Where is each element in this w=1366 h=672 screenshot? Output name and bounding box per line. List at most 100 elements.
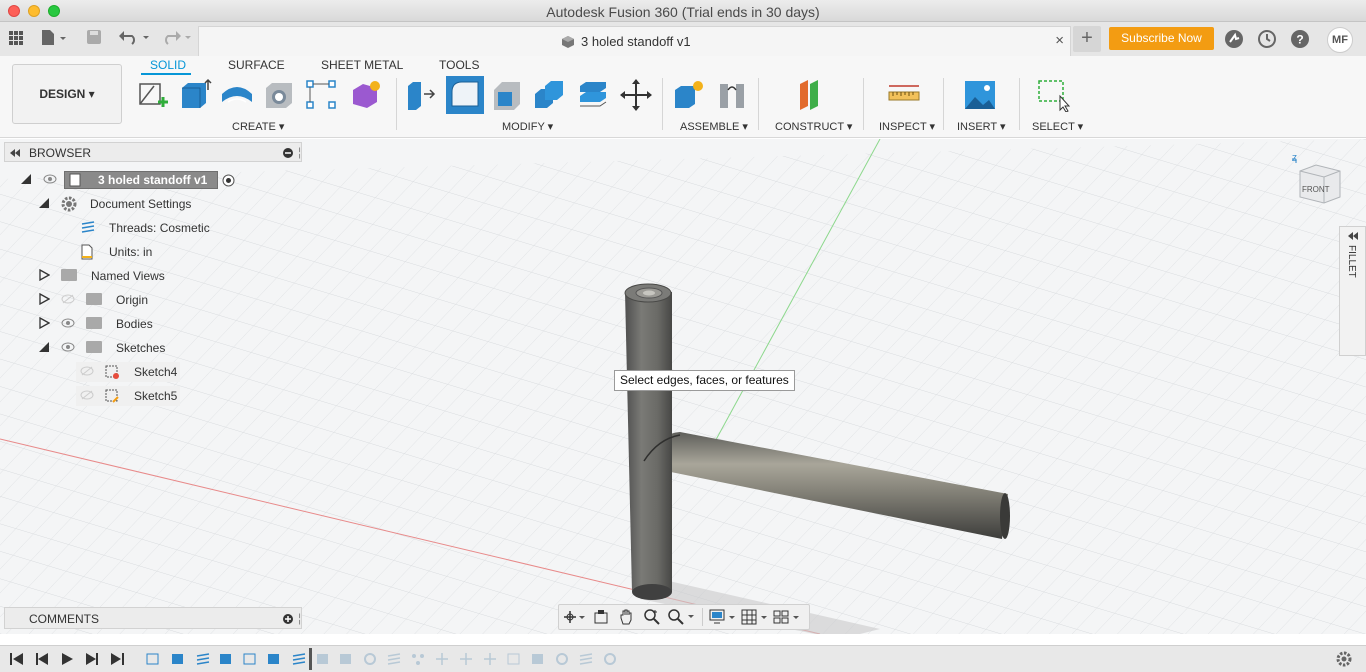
expand-triangle-icon[interactable]: [38, 293, 50, 305]
document-tab[interactable]: 3 holed standoff v1 ×: [198, 26, 1071, 56]
move-copy-icon[interactable]: [619, 78, 653, 112]
timeline-sketch-icon[interactable]: [242, 652, 258, 666]
construct-group-label[interactable]: CONSTRUCT ▾: [775, 120, 852, 133]
timeline-settings-gear-icon[interactable]: [1336, 651, 1352, 667]
undo-icon[interactable]: [118, 29, 152, 45]
modify-group-label[interactable]: MODIFY ▾: [502, 120, 553, 133]
fillet-panel-tab[interactable]: FILLET: [1339, 226, 1366, 356]
timeline-marker[interactable]: [309, 648, 312, 670]
redo-icon[interactable]: [160, 29, 194, 45]
insert-image-icon[interactable]: [963, 78, 997, 112]
timeline-thread-icon[interactable]: [291, 652, 307, 666]
visibility-eye-icon[interactable]: [43, 174, 57, 184]
tab-surface[interactable]: SURFACE: [228, 58, 285, 72]
measure-icon[interactable]: [887, 78, 921, 112]
shell-icon[interactable]: [533, 78, 567, 112]
tree-item-document-settings[interactable]: Document Settings: [0, 193, 300, 215]
add-comment-icon[interactable]: [282, 613, 294, 625]
browser-resize-handle[interactable]: ¦: [298, 145, 301, 159]
timeline-pattern-icon[interactable]: [410, 652, 426, 666]
display-settings-icon[interactable]: [709, 609, 737, 625]
expand-panel-icon[interactable]: [1347, 231, 1359, 241]
tree-item-root[interactable]: 3 holed standoff v1: [0, 169, 300, 191]
timeline-thread-icon[interactable]: [195, 652, 211, 666]
visibility-eye-icon[interactable]: [61, 342, 75, 352]
timeline-last-icon[interactable]: [109, 652, 125, 666]
tab-tools[interactable]: TOOLS: [439, 58, 479, 72]
tree-item-sketch5[interactable]: Sketch5: [0, 385, 300, 407]
timeline-extrude-icon[interactable]: [530, 652, 546, 666]
timeline-first-icon[interactable]: [9, 652, 25, 666]
timeline-thread-icon[interactable]: [386, 652, 402, 666]
user-avatar[interactable]: MF: [1327, 27, 1353, 53]
timeline-extrude-icon[interactable]: [315, 652, 331, 666]
offset-plane-icon[interactable]: [796, 78, 830, 112]
tab-solid[interactable]: SOLID: [150, 58, 186, 72]
timeline-play-icon[interactable]: [59, 652, 75, 666]
workspace-switcher-button[interactable]: DESIGN ▾: [12, 64, 122, 124]
window-select-icon[interactable]: [1036, 78, 1070, 112]
timeline-move-icon[interactable]: [458, 652, 474, 666]
timeline-hole-icon[interactable]: [554, 652, 570, 666]
hidden-eye-icon[interactable]: [61, 294, 75, 304]
tree-item-threads[interactable]: Threads: Cosmetic: [0, 217, 300, 239]
tree-item-named-views[interactable]: Named Views: [0, 265, 300, 287]
hole-icon[interactable]: [263, 78, 297, 112]
tree-item-bodies[interactable]: Bodies: [0, 313, 300, 335]
expand-triangle-icon[interactable]: [38, 317, 50, 329]
create-form-icon[interactable]: [349, 78, 383, 112]
timeline-sketch-icon[interactable]: [506, 652, 522, 666]
extrude-icon[interactable]: [178, 78, 212, 112]
timeline-extrude-icon[interactable]: [338, 652, 354, 666]
inspect-group-label[interactable]: INSPECT ▾: [879, 120, 935, 133]
timeline-extrude-icon[interactable]: [266, 652, 282, 666]
collapse-browser-icon[interactable]: [9, 148, 21, 158]
tree-item-sketch4[interactable]: Sketch4: [0, 361, 300, 383]
create-group-label[interactable]: CREATE ▾: [232, 120, 284, 133]
help-icon[interactable]: ?: [1290, 29, 1310, 49]
subscribe-button[interactable]: Subscribe Now: [1109, 27, 1214, 50]
timeline-previous-icon[interactable]: [34, 652, 50, 666]
save-icon[interactable]: [86, 29, 102, 45]
job-status-icon[interactable]: [1224, 29, 1244, 49]
visibility-eye-icon[interactable]: [61, 318, 75, 328]
expand-triangle-icon[interactable]: [38, 197, 50, 209]
file-menu-icon[interactable]: [40, 29, 68, 47]
timeline-next-icon[interactable]: [84, 652, 100, 666]
timeline-extrude-icon[interactable]: [170, 652, 186, 666]
select-group-label[interactable]: SELECT ▾: [1032, 120, 1083, 133]
chamfer-icon[interactable]: [490, 78, 524, 112]
combine-icon[interactable]: [576, 78, 610, 112]
assemble-group-label[interactable]: ASSEMBLE ▾: [680, 120, 748, 133]
pan-hand-icon[interactable]: [619, 608, 635, 626]
viewports-icon[interactable]: [773, 609, 801, 625]
timeline-hole-icon[interactable]: [602, 652, 618, 666]
timeline-sketch-icon[interactable]: [145, 652, 161, 666]
data-panel-grid-icon[interactable]: [8, 30, 24, 46]
close-tab-icon[interactable]: ×: [1055, 32, 1064, 49]
new-component-icon[interactable]: [672, 78, 706, 112]
comments-resize-handle[interactable]: ¦: [298, 611, 301, 625]
tab-sheet-metal[interactable]: SHEET METAL: [321, 58, 403, 72]
timeline-move-icon[interactable]: [434, 652, 450, 666]
look-at-icon[interactable]: [593, 609, 609, 625]
tree-item-sketches[interactable]: Sketches: [0, 337, 300, 359]
timeline-hole-icon[interactable]: [362, 652, 378, 666]
activate-radio-icon[interactable]: [222, 174, 235, 187]
revolve-icon[interactable]: [220, 78, 254, 112]
timeline-extrude-icon[interactable]: [218, 652, 234, 666]
hidden-eye-icon[interactable]: [80, 390, 94, 400]
expand-triangle-icon[interactable]: [20, 173, 32, 185]
fillet-icon[interactable]: [446, 76, 484, 114]
new-tab-button[interactable]: +: [1073, 26, 1101, 52]
create-sketch-icon[interactable]: [136, 78, 170, 112]
notifications-clock-icon[interactable]: [1257, 29, 1277, 49]
minimize-browser-icon[interactable]: [282, 147, 294, 159]
joint-icon[interactable]: [716, 78, 750, 112]
tree-item-origin[interactable]: Origin: [0, 289, 300, 311]
insert-group-label[interactable]: INSERT ▾: [957, 120, 1006, 133]
expand-triangle-icon[interactable]: [38, 269, 50, 281]
grid-snaps-icon[interactable]: [741, 609, 769, 625]
fit-zoom-icon[interactable]: [667, 608, 695, 626]
comments-panel-header[interactable]: COMMENTS ¦: [4, 607, 302, 629]
